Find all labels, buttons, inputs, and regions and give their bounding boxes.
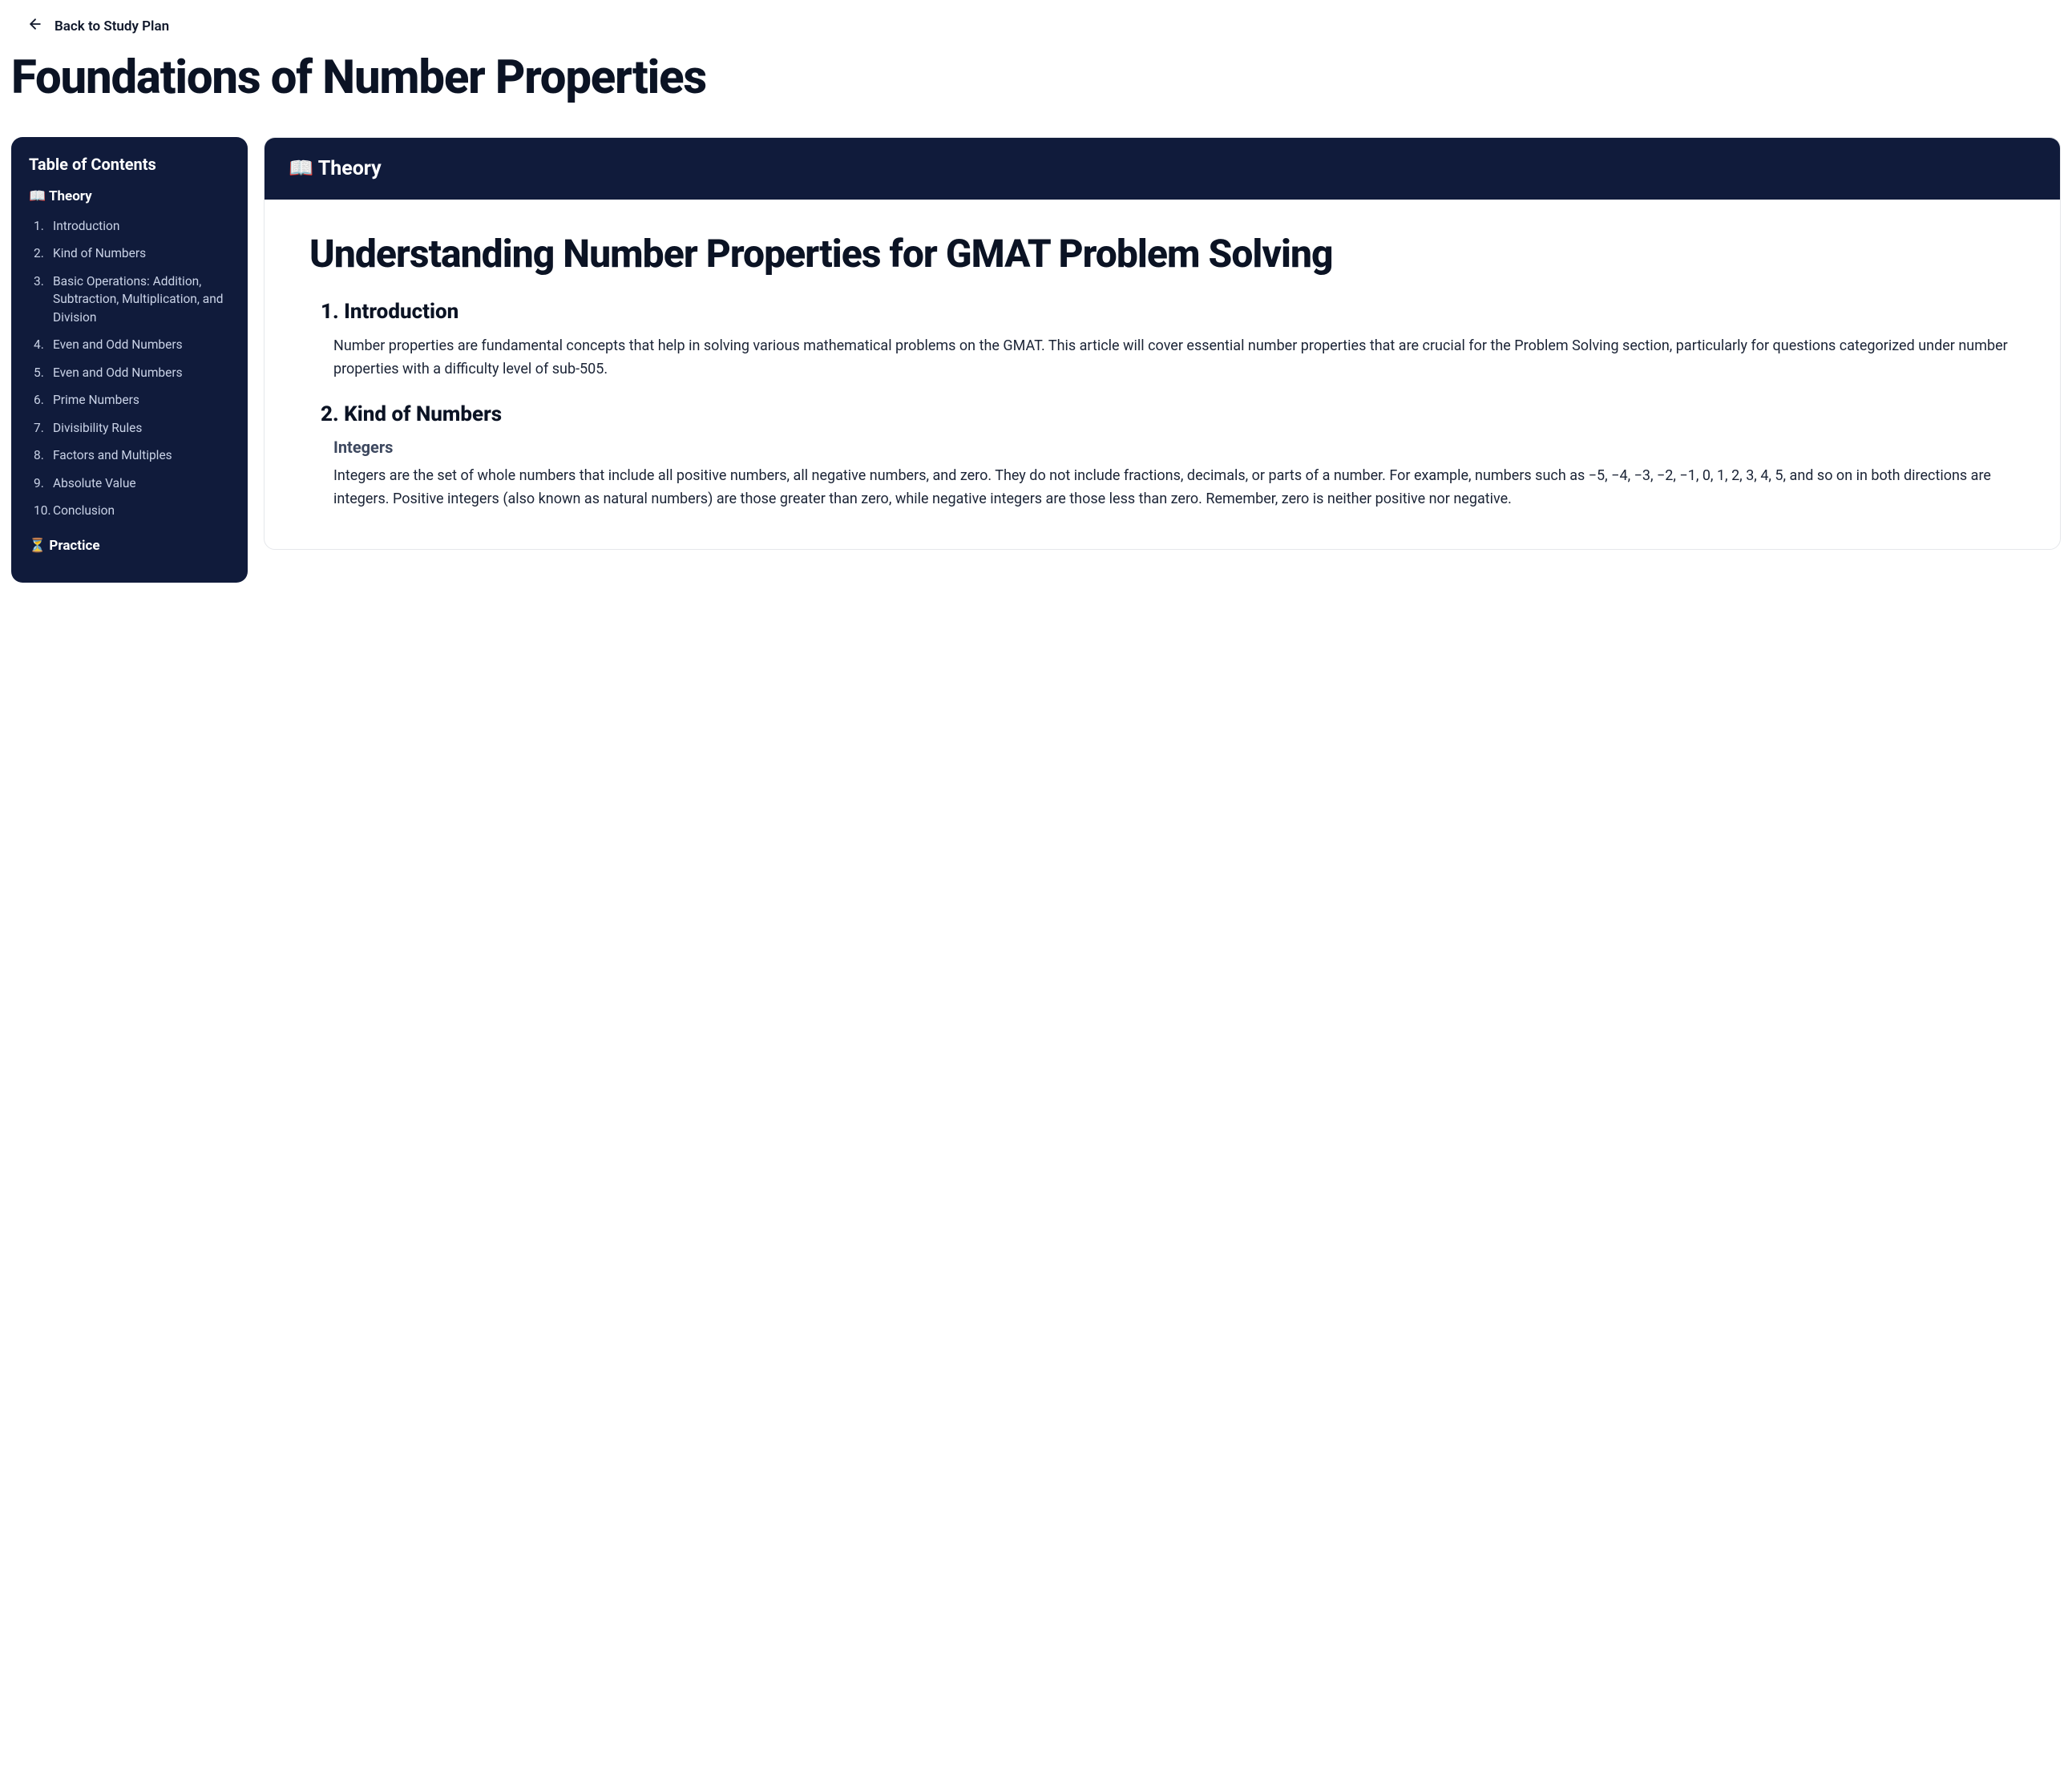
toc-list: IntroductionKind of NumbersBasic Operati… xyxy=(29,212,230,525)
content-header: 📖 Theory xyxy=(265,138,2060,200)
back-to-study-plan-link[interactable]: Back to Study Plan xyxy=(27,16,169,36)
section-body: Integers are the set of whole numbers th… xyxy=(333,465,2015,511)
content-header-label: Theory xyxy=(318,157,382,180)
section-heading-kind-of-numbers: 2. Kind of Numbers xyxy=(321,402,2015,426)
toc-item[interactable]: Kind of Numbers xyxy=(29,240,230,267)
article: Understanding Number Properties for GMAT… xyxy=(265,200,2060,549)
book-icon: 📖 xyxy=(289,157,313,180)
content-panel: 📖 Theory Understanding Number Properties… xyxy=(264,137,2061,550)
hourglass-icon: ⏳ xyxy=(29,538,46,554)
table-of-contents: Table of Contents 📖 Theory IntroductionK… xyxy=(11,137,248,583)
toc-item[interactable]: Divisibility Rules xyxy=(29,414,230,442)
toc-title: Table of Contents xyxy=(29,155,230,174)
toc-section-label: Theory xyxy=(49,188,92,204)
toc-item[interactable]: Conclusion xyxy=(29,497,230,524)
toc-section-practice[interactable]: ⏳ Practice xyxy=(29,538,230,554)
toc-item[interactable]: Prime Numbers xyxy=(29,386,230,414)
toc-section-label: Practice xyxy=(49,538,99,554)
toc-item[interactable]: Even and Odd Numbers xyxy=(29,331,230,358)
toc-item[interactable]: Basic Operations: Addition, Subtraction,… xyxy=(29,268,230,331)
section-heading-introduction: 1. Introduction xyxy=(321,300,2015,324)
back-link-label: Back to Study Plan xyxy=(55,18,169,34)
toc-item[interactable]: Absolute Value xyxy=(29,470,230,497)
section-body: Number properties are fundamental concep… xyxy=(333,335,2015,381)
article-title: Understanding Number Properties for GMAT… xyxy=(309,232,2015,276)
page-title: Foundations of Number Properties xyxy=(11,50,2061,105)
subsection-heading-integers: Integers xyxy=(333,438,2015,457)
toc-item[interactable]: Introduction xyxy=(29,212,230,240)
book-icon: 📖 xyxy=(29,188,46,204)
toc-item[interactable]: Even and Odd Numbers xyxy=(29,359,230,386)
arrow-left-icon xyxy=(27,16,43,36)
toc-section-theory[interactable]: 📖 Theory xyxy=(29,188,230,204)
toc-item[interactable]: Factors and Multiples xyxy=(29,442,230,469)
